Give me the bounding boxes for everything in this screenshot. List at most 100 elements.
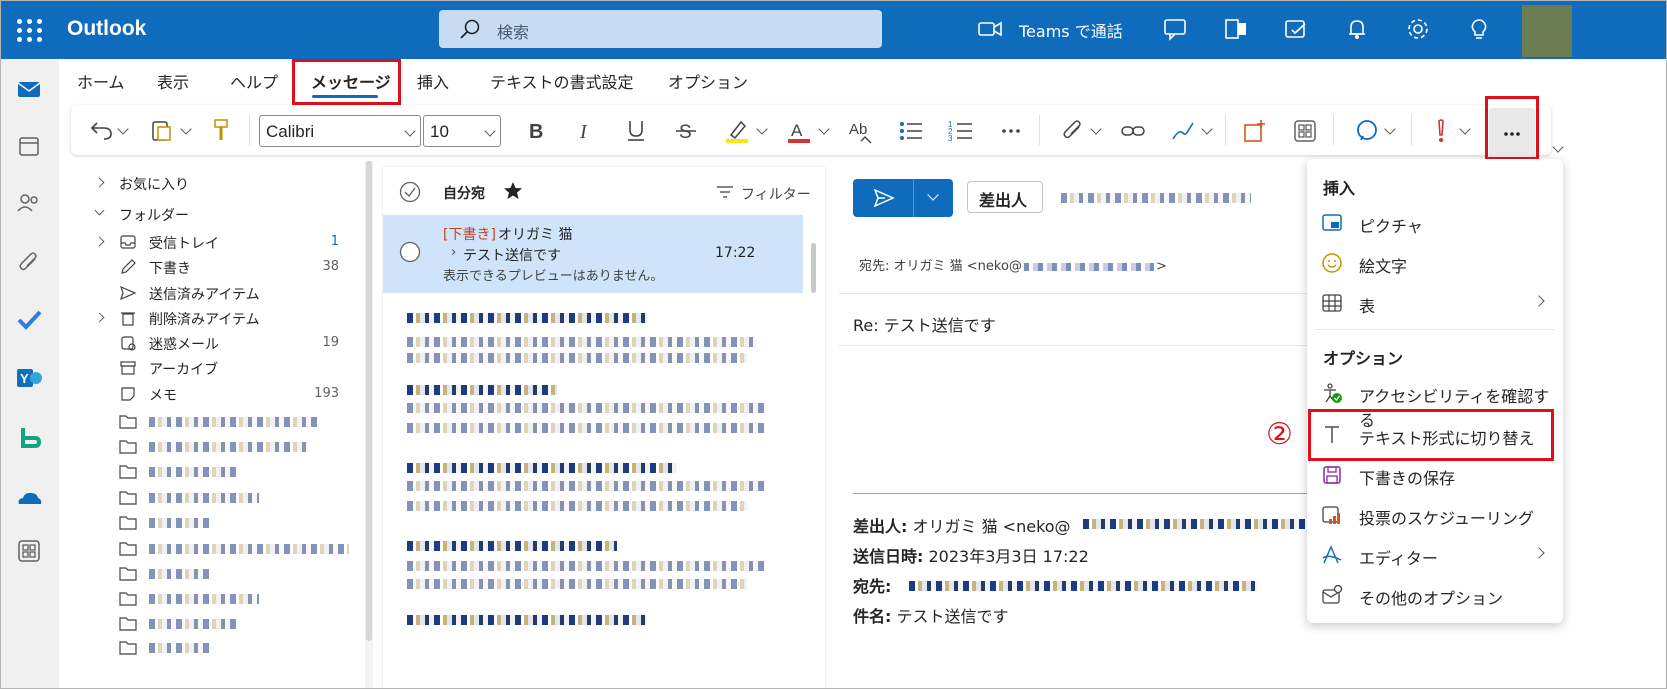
folder-row-redacted[interactable]	[59, 434, 359, 459]
calendar-icon[interactable]	[15, 132, 43, 160]
more-format-icon[interactable]	[997, 117, 1025, 145]
yammer-icon[interactable]: Y	[15, 364, 43, 392]
apps-add-icon[interactable]	[1241, 117, 1269, 145]
folder-row-redacted[interactable]	[59, 561, 359, 586]
chat-icon[interactable]	[1162, 15, 1190, 43]
ribbon-expand-chevron-icon[interactable]	[1552, 141, 1564, 153]
folder-row-redacted[interactable]	[59, 510, 359, 535]
select-all-icon[interactable]	[399, 181, 421, 203]
teams-call-label[interactable]: Teams で通話	[1019, 18, 1123, 42]
folder-drafts[interactable]: 下書き 38	[59, 255, 359, 280]
select-circle-icon[interactable]	[399, 241, 421, 263]
folder-deleted[interactable]: 削除済みアイテム	[59, 306, 359, 331]
avatar[interactable]	[1522, 5, 1572, 57]
menu-item-emoji[interactable]: 絵文字	[1307, 243, 1563, 283]
format-painter-icon[interactable]	[209, 117, 235, 143]
folders-header[interactable]: フォルダー	[59, 202, 359, 227]
todo-icon[interactable]	[15, 306, 43, 334]
tab-options[interactable]: オプション	[668, 69, 748, 93]
menu-item-save-draft[interactable]: 下書きの保存	[1307, 455, 1563, 495]
selected-message-row[interactable]: [下書き] オリガミ 猫 › テスト送信です 17:22 表示できるプレビューは…	[383, 215, 803, 293]
highlight-dropdown-chevron-icon[interactable]	[756, 123, 768, 135]
folder-row-redacted[interactable]	[59, 611, 359, 636]
clipboard-icon[interactable]	[149, 117, 175, 143]
message-list-scrollbar[interactable]	[809, 223, 817, 688]
filter-icon[interactable]	[716, 184, 734, 200]
font-size-select[interactable]: 10	[423, 115, 501, 147]
undo-dropdown-chevron-icon[interactable]	[117, 123, 129, 135]
menu-item-picture[interactable]: ピクチャ	[1307, 203, 1563, 243]
lightbulb-icon[interactable]	[1465, 15, 1493, 43]
attach-file-icon[interactable]	[1059, 117, 1087, 145]
folder-junk[interactable]: 迷惑メール 19	[59, 331, 359, 356]
tab-text-format[interactable]: テキストの書式設定	[490, 69, 634, 93]
bold-icon[interactable]: B	[523, 117, 549, 143]
to-line[interactable]: 宛先: オリガミ 猫 <neko@ >	[859, 255, 1167, 274]
numbered-list-icon[interactable]: 123	[947, 117, 975, 145]
tab-home[interactable]: ホーム	[77, 69, 125, 93]
underline-icon[interactable]	[623, 117, 649, 143]
app-title: Outlook	[67, 17, 147, 40]
tab-help[interactable]: ヘルプ	[230, 69, 278, 93]
folder-row-redacted[interactable]	[59, 409, 359, 434]
undo-icon[interactable]	[89, 117, 115, 143]
star-icon[interactable]	[503, 181, 523, 201]
strikethrough-icon[interactable]: S	[673, 117, 699, 143]
subject-field[interactable]: Re: テスト送信です	[853, 312, 996, 336]
menu-item-table[interactable]: 表	[1307, 283, 1563, 323]
attachment-icon[interactable]	[15, 249, 43, 277]
font-color-dropdown-chevron-icon[interactable]	[818, 123, 830, 135]
link-icon[interactable]	[1119, 117, 1147, 145]
folder-row-redacted[interactable]	[59, 536, 359, 561]
bell-icon[interactable]	[1343, 15, 1371, 43]
search-box[interactable]: 検索	[439, 10, 882, 48]
more-apps-icon[interactable]	[15, 537, 43, 565]
copilot-dropdown-chevron-icon[interactable]	[1384, 123, 1396, 135]
mail-icon[interactable]	[15, 75, 43, 103]
italic-icon[interactable]: I	[573, 117, 599, 143]
thread-chevron-icon[interactable]: ›	[451, 245, 456, 260]
folder-inbox[interactable]: 受信トレイ 1	[59, 230, 359, 255]
folder-row-redacted[interactable]	[59, 459, 359, 484]
menu-item-other-options[interactable]: その他のオプション	[1307, 575, 1563, 615]
copilot-icon[interactable]	[1353, 117, 1381, 145]
tab-view[interactable]: 表示	[157, 69, 189, 93]
folder-row-redacted[interactable]	[59, 485, 359, 510]
video-call-icon[interactable]	[976, 15, 1004, 43]
onedrive-icon[interactable]	[15, 484, 43, 512]
font-name-select[interactable]: Calibri	[259, 115, 421, 147]
filter-button[interactable]: フィルター	[741, 184, 811, 204]
importance-dropdown-chevron-icon[interactable]	[1459, 123, 1471, 135]
app-launcher-icon[interactable]	[13, 15, 42, 43]
apps-grid-icon[interactable]	[1291, 117, 1319, 145]
gear-icon[interactable]	[1404, 15, 1432, 43]
folder-row-redacted[interactable]	[59, 586, 359, 611]
menu-item-accessibility[interactable]: アクセシビリティを確認する	[1307, 373, 1563, 430]
folder-row-redacted[interactable]	[59, 635, 359, 660]
folder-archive[interactable]: アーカイブ	[59, 356, 359, 381]
focused-inbox-label[interactable]: 自分宛	[443, 183, 485, 203]
menu-item-schedule-poll[interactable]: 投票のスケジューリング	[1307, 495, 1563, 535]
folder-sent[interactable]: 送信済みアイテム	[59, 281, 359, 306]
send-options-chevron-icon[interactable]	[927, 189, 939, 201]
highlight-icon[interactable]	[723, 117, 751, 145]
office-icon[interactable]	[1222, 15, 1250, 43]
font-color-icon[interactable]: A	[785, 117, 813, 145]
tab-insert[interactable]: 挿入	[417, 69, 449, 93]
menu-item-editor[interactable]: エディター	[1307, 535, 1563, 575]
attach-dropdown-chevron-icon[interactable]	[1090, 123, 1102, 135]
folder-notes[interactable]: メモ 193	[59, 382, 359, 407]
importance-icon[interactable]	[1427, 117, 1455, 145]
from-button[interactable]: 差出人	[967, 181, 1043, 213]
folder-scrollbar[interactable]	[365, 161, 373, 688]
people-icon[interactable]	[15, 189, 43, 217]
bookings-icon[interactable]	[15, 424, 43, 452]
clear-format-icon[interactable]: Ab	[847, 117, 875, 145]
bullet-list-icon[interactable]	[897, 117, 925, 145]
signature-icon[interactable]	[1169, 117, 1197, 145]
signature-dropdown-chevron-icon[interactable]	[1201, 123, 1213, 135]
calendar-check-icon[interactable]	[1282, 15, 1310, 43]
favorites-header[interactable]: お気に入り	[59, 171, 359, 196]
clipboard-dropdown-chevron-icon[interactable]	[180, 123, 192, 135]
send-button[interactable]	[853, 179, 953, 217]
